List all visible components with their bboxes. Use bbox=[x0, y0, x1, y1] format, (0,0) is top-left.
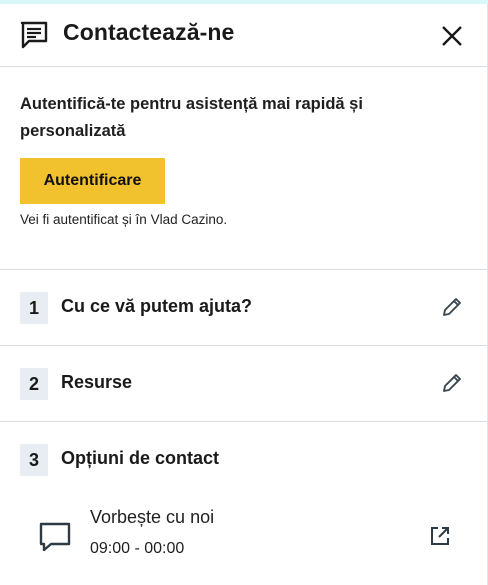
step-number: 1 bbox=[20, 292, 48, 324]
contact-option-hours: 09:00 - 00:00 bbox=[90, 540, 185, 557]
step-3: 3 Opțiuni de contact bbox=[0, 422, 487, 502]
login-message: Autentifică-te pentru asistență mai rapi… bbox=[20, 95, 363, 140]
contact-panel: Contactează-ne Autentifică-te pentru asi… bbox=[0, 4, 488, 585]
chat-contact-option[interactable]: Vorbește cu noi 09:00 - 00:00 bbox=[0, 493, 487, 585]
step-1[interactable]: 1 Cu ce vă putem ajuta? bbox=[0, 270, 487, 346]
chat-icon bbox=[39, 522, 71, 552]
close-icon[interactable] bbox=[438, 22, 466, 50]
step-number: 3 bbox=[20, 444, 48, 476]
step-2[interactable]: 2 Resurse bbox=[0, 346, 487, 422]
pencil-icon[interactable] bbox=[441, 372, 463, 394]
login-button[interactable]: Autentificare bbox=[20, 158, 165, 204]
step-number: 2 bbox=[20, 368, 48, 400]
chat-bubble-icon bbox=[20, 21, 48, 49]
step-label: Resurse bbox=[61, 372, 133, 392]
pencil-icon[interactable] bbox=[441, 296, 463, 318]
external-link-icon[interactable] bbox=[429, 525, 451, 547]
panel-title: Contactează-ne bbox=[63, 19, 235, 45]
login-note: Vei fi autentificat și în Vlad Cazino. bbox=[20, 212, 228, 227]
contact-option-name: Vorbește cu noi bbox=[90, 507, 215, 527]
login-section: Autentifică-te pentru asistență mai rapi… bbox=[0, 67, 487, 270]
step-label: Cu ce vă putem ajuta? bbox=[61, 296, 253, 316]
panel-header: Contactează-ne bbox=[0, 4, 487, 67]
step-label: Opțiuni de contact bbox=[61, 448, 220, 468]
